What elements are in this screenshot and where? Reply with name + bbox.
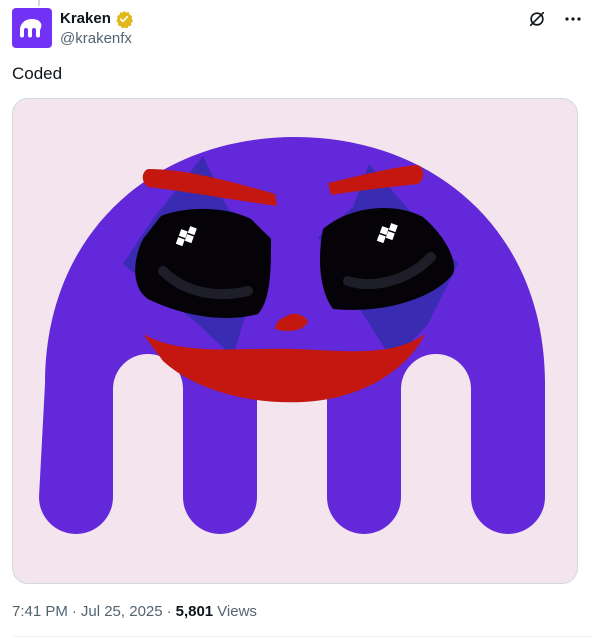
tweet-meta: 7:41 PM · Jul 25, 2025 · 5,801 Views (12, 602, 257, 622)
tweet-date[interactable]: Jul 25, 2025 (81, 602, 163, 622)
grok-icon (529, 11, 545, 27)
author-block: Kraken @krakenfx (60, 9, 133, 49)
meta-separator-2: · (166, 603, 172, 620)
more-button[interactable] (562, 8, 584, 30)
author-display-name[interactable]: Kraken (60, 9, 111, 29)
divider (12, 636, 592, 637)
views-count: 5,801 (175, 603, 214, 620)
kraken-logo-icon (20, 19, 42, 38)
tweet-top-actions (526, 8, 584, 30)
grok-button[interactable] (526, 8, 548, 30)
tweet-time[interactable]: 7:41 PM (12, 602, 68, 622)
more-icon (565, 17, 581, 21)
tweet-media-image[interactable] (12, 98, 578, 584)
meta-separator: · (71, 603, 77, 620)
author-handle[interactable]: @krakenfx (60, 29, 133, 49)
verified-badge-icon[interactable] (115, 10, 133, 28)
left-eye (135, 208, 271, 319)
tweet-text: Coded (12, 64, 63, 83)
kraken-clown-illustration (13, 99, 577, 583)
thread-connector (38, 0, 40, 6)
views-label: Views (217, 603, 257, 620)
avatar[interactable] (12, 8, 52, 48)
